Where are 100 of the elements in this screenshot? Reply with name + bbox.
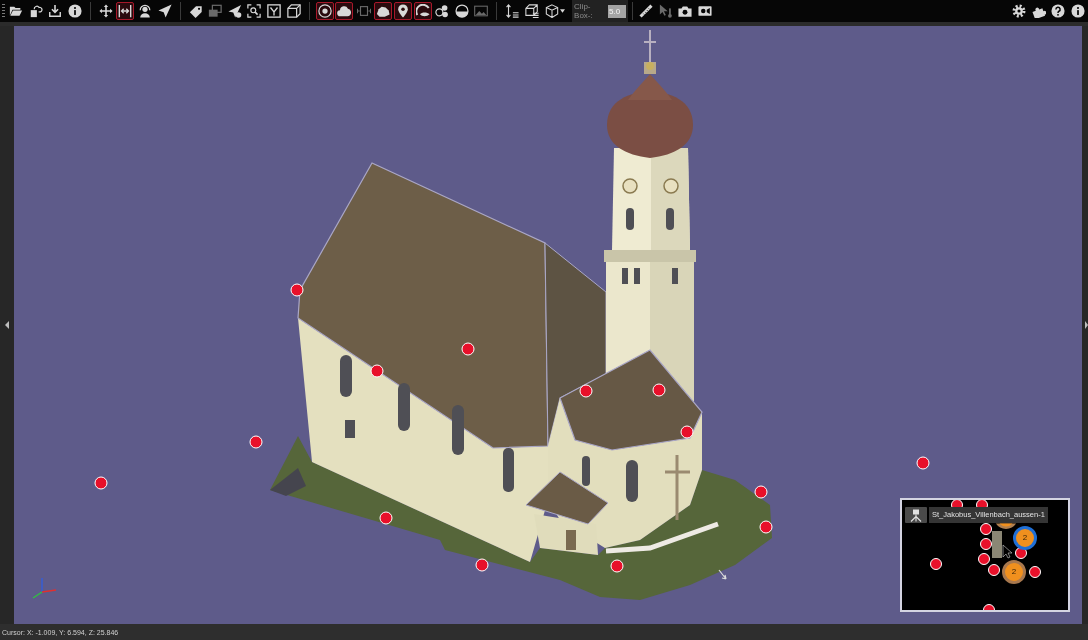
marker-icon[interactable] (1029, 566, 1041, 578)
settings-icon (1012, 4, 1027, 18)
help-icon (1051, 4, 1066, 18)
window (452, 405, 464, 455)
toolbar-button[interactable] (264, 2, 283, 20)
toolbar-button[interactable] (1069, 2, 1087, 20)
marker-icon[interactable] (980, 538, 992, 550)
panel-handle[interactable] (1082, 26, 1088, 624)
marker-icon[interactable] (754, 485, 768, 499)
folder-icon (9, 4, 23, 18)
info-icon (1071, 4, 1085, 18)
grid-box-icon (524, 4, 539, 18)
circles-icon (435, 4, 450, 18)
window (622, 268, 628, 284)
cloud-document-icon (28, 4, 43, 18)
grip-icon[interactable] (2, 4, 5, 18)
video-camera-icon (697, 4, 712, 18)
caret-icon (560, 9, 566, 13)
info-icon (67, 4, 82, 18)
pointer-icon (718, 569, 727, 580)
window (345, 420, 355, 438)
height-icon (505, 4, 520, 18)
target-icon (317, 4, 332, 18)
window (634, 268, 640, 284)
marker-icon[interactable] (916, 456, 930, 470)
marker-icon[interactable] (475, 558, 489, 572)
image-icon (474, 4, 489, 18)
panel-handle[interactable] (0, 26, 14, 624)
marker-icon[interactable] (94, 476, 108, 490)
toolbar-button[interactable] (284, 2, 303, 20)
paper-plane-icon (227, 4, 242, 18)
marker-icon[interactable] (988, 564, 1000, 576)
marker-icon[interactable] (930, 558, 942, 570)
clock-face (622, 178, 638, 194)
right-arrow-icon (1085, 321, 1088, 329)
marker-icon[interactable] (290, 283, 304, 297)
rock-icon (376, 4, 391, 18)
person-icon (137, 4, 152, 18)
marker-icon[interactable] (461, 342, 475, 356)
toolbar-button[interactable] (374, 2, 393, 20)
clip-box-label: Clip-Box-: (574, 2, 594, 20)
marker-icon[interactable] (370, 364, 384, 378)
toolbar-button[interactable] (335, 2, 354, 20)
box-icon (545, 4, 560, 18)
window (666, 208, 674, 230)
fit-width-icon (118, 4, 133, 18)
map-pin-icon (395, 4, 410, 18)
window (582, 456, 590, 486)
pointer-icon (1002, 544, 1013, 559)
cursor-icon (658, 4, 673, 18)
door (566, 530, 576, 550)
paper-plane-icon (157, 4, 172, 18)
zoom-frame-icon (247, 4, 262, 18)
axis-gizmo-icon (32, 577, 57, 599)
marker-icon[interactable] (249, 435, 263, 449)
toolbar-button[interactable] (522, 2, 541, 20)
marker-icon[interactable] (680, 425, 694, 439)
toolbar-button[interactable] (116, 2, 135, 20)
clock-face (663, 178, 679, 194)
church-thumbnail (992, 531, 1002, 558)
eye-icon (415, 4, 430, 18)
marker-icon[interactable] (978, 553, 990, 565)
marker-icon[interactable] (379, 511, 393, 525)
expand-icon (356, 4, 371, 18)
windows-icon (208, 4, 223, 18)
download-icon (48, 4, 63, 18)
window (626, 460, 638, 502)
crucifix (663, 453, 692, 522)
cluster-marker[interactable]: 2 (1013, 526, 1037, 550)
cloud-icon (337, 4, 352, 18)
cluster-marker[interactable]: 2 (1002, 560, 1026, 584)
toolbar-button[interactable] (315, 2, 334, 20)
toolbar-button[interactable] (245, 2, 264, 20)
marker-icon[interactable] (610, 559, 624, 573)
left-arrow-icon (5, 321, 9, 329)
marker-icon[interactable] (579, 384, 593, 398)
marker-icon[interactable] (980, 523, 992, 535)
cluster-marker-icon[interactable] (995, 523, 1017, 529)
ruler-icon (639, 4, 654, 18)
toolbar-button[interactable] (503, 2, 522, 20)
camera-icon (678, 4, 693, 18)
toolbar-button[interactable] (413, 2, 432, 20)
window (503, 448, 514, 492)
marker-icon[interactable] (1015, 547, 1027, 559)
move-icon (98, 4, 113, 18)
window (626, 208, 634, 230)
cube-icon (286, 4, 301, 18)
tag-icon (188, 4, 203, 18)
window (398, 383, 410, 431)
frame-icon (266, 4, 281, 18)
toolbar-button[interactable] (452, 2, 471, 20)
marker-icon[interactable] (759, 520, 773, 534)
window (672, 268, 678, 284)
marker-icon[interactable] (983, 604, 995, 610)
scanner-icon (905, 507, 927, 523)
cross (643, 29, 657, 63)
lantern (644, 62, 656, 74)
half-circle-icon (454, 4, 469, 18)
toolbar-button[interactable] (393, 2, 412, 20)
marker-icon[interactable] (652, 383, 666, 397)
